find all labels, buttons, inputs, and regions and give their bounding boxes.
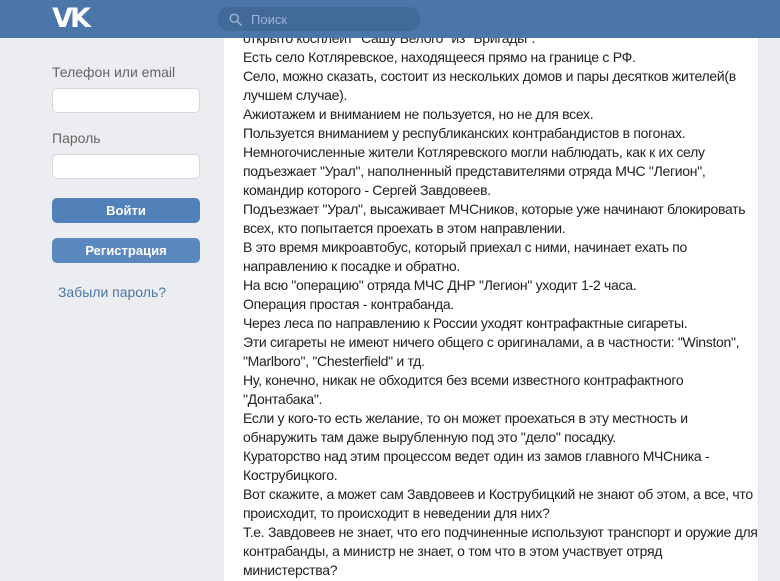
post-line: контрабанды, а министр не знает, о том ч… — [243, 542, 753, 561]
post-text: открыто косплеит "Сашу Белого" из "Брига… — [243, 29, 753, 580]
post-line: Через леса по направлению к России уходя… — [243, 314, 753, 333]
forgot-password-link[interactable]: Забыли пароль? — [0, 284, 224, 300]
post-line: происходит, то происходит в неведении дл… — [243, 504, 753, 523]
top-navigation-bar: VK — [0, 0, 780, 38]
post-line: всех, кто попытается проехать в этом нап… — [243, 219, 753, 238]
post-line: направлению к посадке и обратно. — [243, 257, 753, 276]
post-line: подъезжает "Урал", наполненный представи… — [243, 162, 753, 181]
page-background-strip — [758, 38, 780, 581]
post-line: Т.е. Завдовеев не знает, что его подчине… — [243, 523, 753, 542]
password-field[interactable] — [52, 154, 200, 179]
post-line: Операция простая - контрабанда. — [243, 295, 753, 314]
password-field-label: Пароль — [52, 130, 101, 146]
post-line: Есть село Котляревское, находящееся прям… — [243, 48, 753, 67]
post-line: Кураторство над этим процессом ведет оди… — [243, 447, 753, 466]
search-box[interactable] — [218, 7, 420, 31]
post-line: Если у кого-то есть желание, то он может… — [243, 409, 753, 428]
post-line: Ажиотажем и вниманием не пользуется, но … — [243, 105, 753, 124]
email-field-label: Телефон или email — [52, 64, 175, 80]
email-field[interactable] — [52, 88, 200, 113]
post-line: Подъезжает "Урал", высаживает МЧСников, … — [243, 200, 753, 219]
post-line: командир которого - Сергей Завдовеев. — [243, 181, 753, 200]
post-line: "Донтабака". — [243, 390, 753, 409]
register-button[interactable]: Регистрация — [52, 238, 200, 263]
post-line: Немногочисленные жители Котляревского мо… — [243, 143, 753, 162]
login-button[interactable]: Войти — [52, 198, 200, 223]
post-line: На всю "операцию" отряда МЧС ДНР "Легион… — [243, 276, 753, 295]
post-line: обнаружить там даже вырубленную под это … — [243, 428, 753, 447]
post-line: Вот скажите, а может сам Завдовеев и Кос… — [243, 485, 753, 504]
post-line: Пользуется вниманием у республиканских к… — [243, 124, 753, 143]
vk-logo[interactable]: VK — [44, 4, 96, 34]
search-icon — [229, 13, 242, 26]
post-line: Кострубицкого. — [243, 466, 753, 485]
post-line: В это время микроавтобус, который приеха… — [243, 238, 753, 257]
search-input[interactable] — [249, 11, 429, 28]
post-line: "Marlboro", "Chesterfield" и тд. — [243, 352, 753, 371]
post-line: Эти сигареты не имеют ничего общего с ор… — [243, 333, 753, 352]
post-line: Ну, конечно, никак не обходится без всем… — [243, 371, 753, 390]
post-line: министерства? — [243, 561, 753, 580]
post-line: Село, можно сказать, состоит из нескольк… — [243, 67, 753, 86]
login-sidebar: Телефон или email Пароль Войти Регистрац… — [0, 38, 224, 581]
post-content-column: открыто косплеит "Сашу Белого" из "Брига… — [224, 0, 758, 581]
post-line: лучшем случае). — [243, 86, 753, 105]
